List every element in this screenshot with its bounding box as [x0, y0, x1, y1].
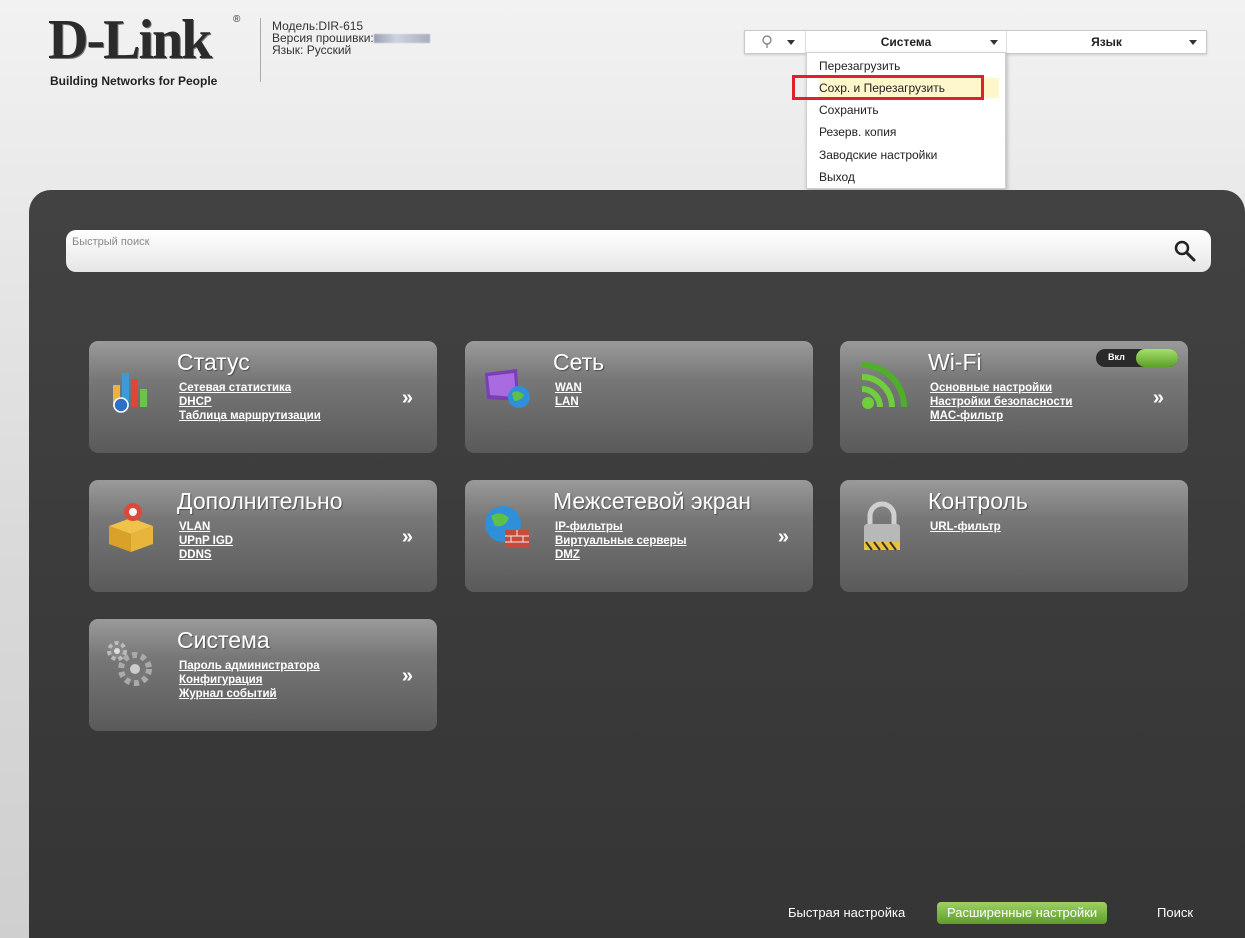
- toggle-label: Вкл: [1108, 352, 1125, 362]
- box-tools-icon: [109, 503, 153, 552]
- menu-item-reboot[interactable]: Перезагрузить: [819, 56, 900, 76]
- highlight-frame: [792, 75, 984, 100]
- tile-arrow-icon[interactable]: »: [1153, 387, 1164, 410]
- wifi-toggle[interactable]: Вкл: [1096, 349, 1178, 367]
- link-vlan[interactable]: VLAN: [179, 520, 233, 534]
- tile-title: Контроль: [928, 488, 1028, 514]
- link-configuration[interactable]: Конфигурация: [179, 673, 320, 687]
- tile-title: Дополнительно: [177, 488, 343, 514]
- logo-tagline: Building Networks for People: [50, 74, 218, 88]
- gears-icon: [107, 641, 152, 686]
- search-input[interactable]: [66, 230, 1211, 272]
- tile-links: Сетевая статистика DHCP Таблица маршрути…: [179, 381, 321, 423]
- tile-links: URL-фильтр: [930, 520, 1001, 534]
- tile-title: Межсетевой экран: [553, 488, 752, 514]
- link-lan[interactable]: LAN: [555, 395, 582, 409]
- firmware-version-redacted: [373, 34, 430, 44]
- lightbulb-icon: [762, 35, 772, 48]
- tile-links: IP-фильтры Виртуальные серверы DMZ: [555, 520, 687, 562]
- search-icon[interactable]: [1174, 240, 1196, 262]
- tile-advanced[interactable]: Дополнительно VLAN UPnP IGD DDNS »: [89, 480, 437, 592]
- language-info: Язык: Русский: [272, 43, 352, 57]
- quick-setup-link[interactable]: Быстрая настройка: [788, 905, 905, 920]
- search-link[interactable]: Поиск: [1157, 905, 1193, 920]
- menu-item-factory-reset[interactable]: Заводские настройки: [819, 145, 937, 165]
- hint-button[interactable]: [745, 31, 806, 53]
- monitor-globe-icon: [485, 369, 530, 408]
- tile-title: Сеть: [553, 349, 605, 375]
- link-wan[interactable]: WAN: [555, 381, 582, 395]
- system-dropdown: Перезагрузить Сохр. и Перезагрузить Сохр…: [806, 52, 1006, 189]
- link-basic-settings[interactable]: Основные настройки: [930, 381, 1072, 395]
- link-security-settings[interactable]: Настройки безопасности: [930, 395, 1072, 409]
- language-menu-label: Язык: [1091, 35, 1122, 49]
- device-info: Модель:DIR-615 Версия прошивки: Язык: Ру…: [272, 20, 430, 56]
- link-network-statistics[interactable]: Сетевая статистика: [179, 381, 321, 395]
- tile-arrow-icon[interactable]: »: [402, 665, 413, 688]
- advanced-setup-button[interactable]: Расширенные настройки: [937, 902, 1108, 924]
- tile-title: Wi-Fi: [928, 349, 982, 375]
- system-menu-button[interactable]: Система: [806, 31, 1007, 53]
- chevron-down-icon: [1189, 40, 1197, 45]
- language-menu-button[interactable]: Язык: [1007, 31, 1206, 53]
- tile-arrow-icon[interactable]: »: [402, 526, 413, 549]
- link-mac-filter[interactable]: MAC-фильтр: [930, 409, 1072, 423]
- menu-item-backup[interactable]: Резерв. копия: [819, 122, 896, 142]
- tile-title: Система: [177, 627, 270, 653]
- tile-firewall[interactable]: Межсетевой экран IP-фильтры Виртуальные …: [465, 480, 813, 592]
- link-admin-password[interactable]: Пароль администратора: [179, 659, 320, 673]
- padlock-icon: [864, 501, 900, 551]
- link-ip-filters[interactable]: IP-фильтры: [555, 520, 687, 534]
- wifi-icon: [861, 362, 907, 409]
- firewall-globe-icon: [485, 506, 529, 548]
- tile-arrow-icon[interactable]: »: [402, 387, 413, 410]
- statistics-chart-icon: [113, 373, 147, 413]
- link-dmz[interactable]: DMZ: [555, 548, 687, 562]
- menu-item-logout[interactable]: Выход: [819, 167, 855, 187]
- header-divider: [260, 18, 261, 82]
- link-virtual-servers[interactable]: Виртуальные серверы: [555, 534, 687, 548]
- tile-arrow-icon[interactable]: »: [778, 526, 789, 549]
- tile-network[interactable]: Сеть WAN LAN: [465, 341, 813, 453]
- link-upnp-igd[interactable]: UPnP IGD: [179, 534, 233, 548]
- tile-status[interactable]: Статус Сетевая статистика DHCP Таблица м…: [89, 341, 437, 453]
- link-event-log[interactable]: Журнал событий: [179, 687, 320, 701]
- link-routing-table[interactable]: Таблица маршрутизации: [179, 409, 321, 423]
- tile-links: Основные настройки Настройки безопасност…: [930, 381, 1072, 423]
- chevron-down-icon: [787, 40, 795, 45]
- tile-wifi[interactable]: Wi-Fi Вкл Основные настройки Настройки б…: [840, 341, 1188, 453]
- link-url-filter[interactable]: URL-фильтр: [930, 520, 1001, 534]
- chevron-down-icon: [990, 40, 998, 45]
- tile-system[interactable]: Система Пароль администратора Конфигурац…: [89, 619, 437, 731]
- dlink-logo: D-Link: [48, 9, 212, 71]
- link-ddns[interactable]: DDNS: [179, 548, 233, 562]
- tile-links: Пароль администратора Конфигурация Журна…: [179, 659, 320, 701]
- tile-title: Статус: [177, 349, 250, 375]
- system-menu-label: Система: [880, 35, 932, 49]
- registered-mark: ®: [233, 14, 241, 25]
- tile-links: WAN LAN: [555, 381, 582, 409]
- tile-control[interactable]: Контроль URL-фильтр: [840, 480, 1188, 592]
- tile-links: VLAN UPnP IGD DDNS: [179, 520, 233, 562]
- link-dhcp[interactable]: DHCP: [179, 395, 321, 409]
- search-placeholder: Быстрый поиск: [72, 236, 150, 248]
- toggle-knob: [1136, 349, 1178, 367]
- top-bar: Система Язык: [744, 30, 1207, 54]
- menu-item-save[interactable]: Сохранить: [819, 100, 879, 120]
